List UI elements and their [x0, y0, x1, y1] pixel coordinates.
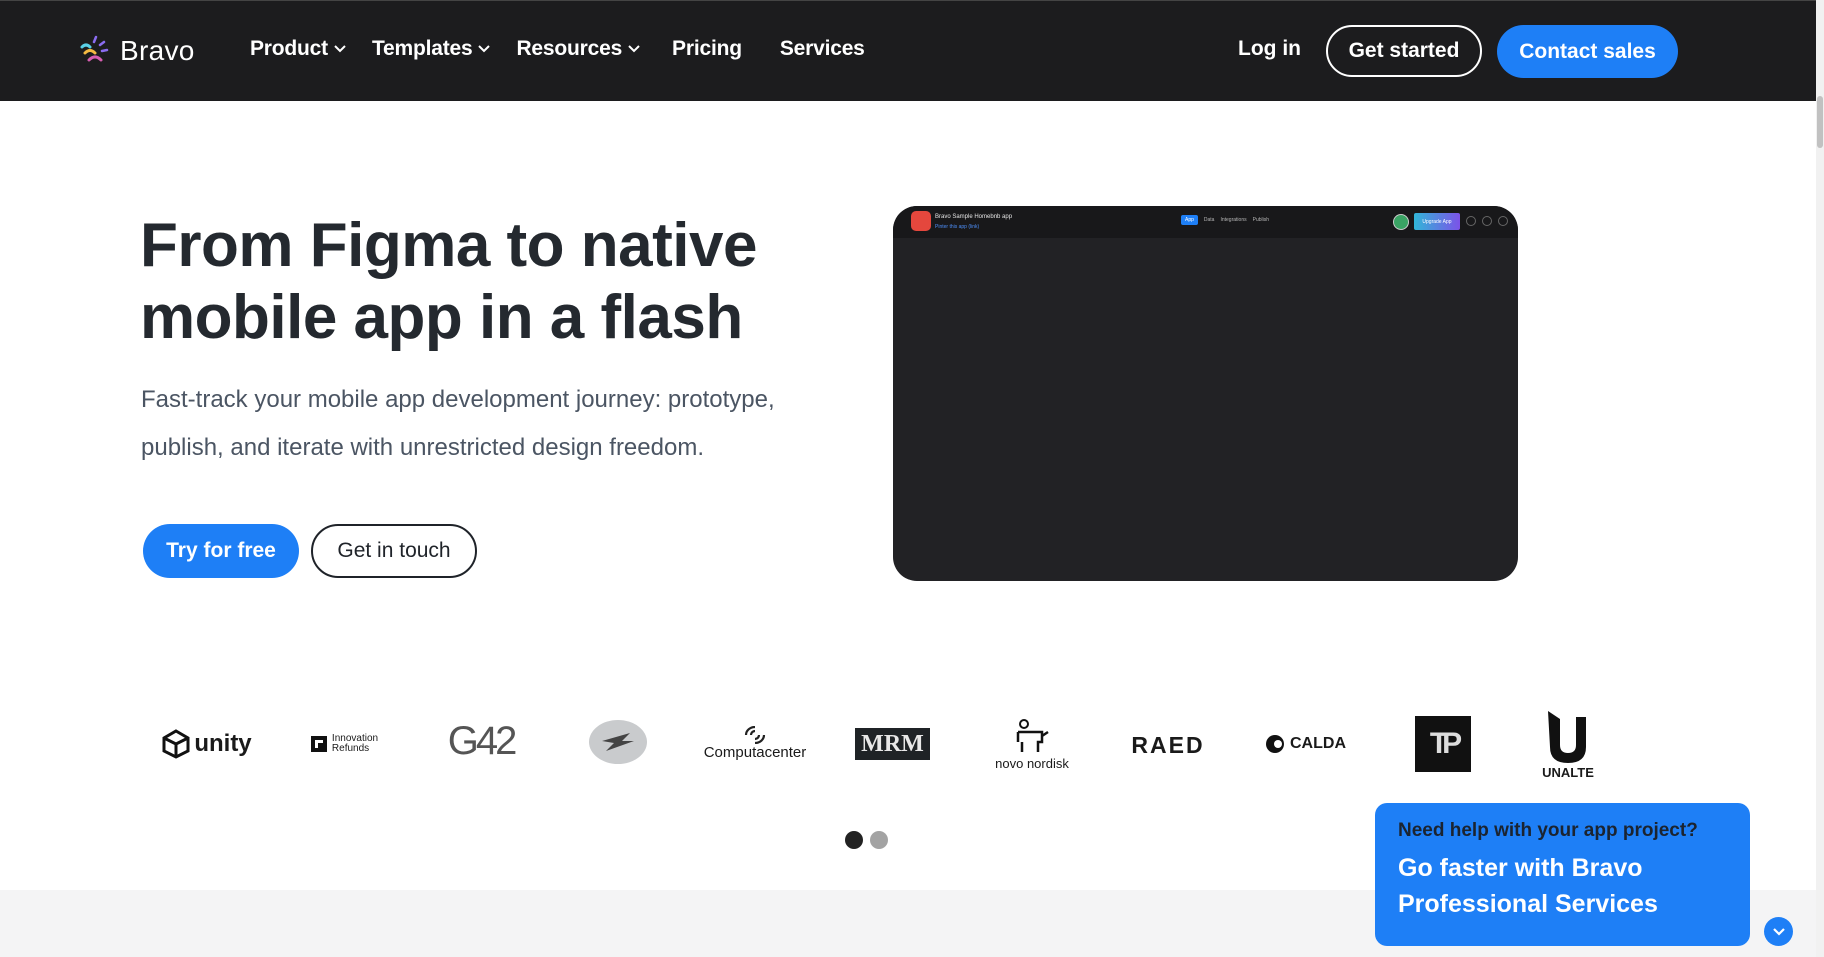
logo-raed: RAED [1131, 731, 1205, 758]
logo-unalte: UNALTE [1541, 708, 1595, 780]
logo-unity: unity [160, 725, 252, 763]
pager-dot-active[interactable] [845, 831, 863, 849]
preview-app-link: Pinter this app (link) [935, 224, 980, 230]
logo-computacenter: Computacenter [704, 720, 806, 766]
login-link[interactable]: Log in [1238, 37, 1301, 61]
refresh-icon [1466, 216, 1476, 226]
contact-sales-button[interactable]: Contact sales [1497, 25, 1678, 78]
computacenter-mark-icon [744, 725, 766, 744]
scrollbar-thumb[interactable] [1817, 96, 1823, 148]
preview-tab-app: App [1181, 215, 1198, 225]
unalte-u-icon [1548, 710, 1586, 763]
top-navigation: Bravo Product Templates Resources Pricin… [0, 0, 1816, 101]
hero-subtitle: Fast-track your mobile app development j… [141, 386, 775, 461]
logo-label-line2: Refunds [331, 743, 370, 754]
logo-tp: TP [1415, 716, 1471, 772]
nav-item-label: Resources [516, 37, 623, 60]
nav-item-label: Product [250, 37, 328, 60]
logo-label: CALDA [1290, 735, 1346, 752]
bell-icon [1482, 216, 1492, 226]
nav-item-templates[interactable]: Templates [372, 37, 491, 61]
preview-upgrade-button: Upgrade App [1414, 213, 1460, 230]
logo-label: UNALTE [1542, 764, 1594, 780]
preview-app-title: Bravo Sample Homebnb app [935, 214, 1013, 220]
preview-toolbar: Bravo Sample Homebnb app Pinter this app… [893, 206, 1518, 238]
logo-novo-nordisk: novo nordisk [992, 716, 1072, 772]
logo-label: novo nordisk [995, 755, 1069, 771]
preview-tabs: App Data Integrations Publish [1181, 215, 1269, 225]
main-menu: Product Templates Resources Pricing Serv… [250, 37, 891, 61]
get-started-button[interactable]: Get started [1326, 25, 1482, 77]
logo-innovation-refunds: Innovation Refunds [304, 731, 384, 757]
app-preview: Bravo Sample Homebnb app Pinter this app… [893, 206, 1518, 581]
logo-calda: CALDA [1262, 730, 1348, 758]
bravo-logo-icon [80, 35, 109, 62]
la-poste-bird-icon [589, 720, 647, 764]
nav-item-label: Pricing [672, 37, 742, 60]
calda-mark-icon [1266, 735, 1284, 753]
brand-name: Bravo [120, 35, 195, 66]
unity-cube-icon [162, 729, 190, 759]
help-cta-line1: Go faster with Bravo [1398, 854, 1643, 882]
nav-item-label: Templates [371, 37, 473, 60]
logo-label: Computacenter [703, 743, 807, 761]
help-question: Need help with your app project? [1398, 820, 1698, 841]
hero-title: From Figma to native mobile app in a fla… [140, 210, 840, 354]
avatar [1393, 214, 1409, 230]
get-in-touch-button[interactable]: Get in touch [311, 524, 477, 578]
logo-label: unity [194, 730, 252, 757]
preview-tab-integrations: Integrations [1220, 217, 1247, 223]
settings-icon [1498, 216, 1508, 226]
logo-g42: G42 [447, 718, 518, 763]
chevron-down-icon [478, 45, 491, 53]
help-toggle-button[interactable] [1764, 917, 1793, 946]
preview-tab-data: Data [1203, 217, 1215, 223]
help-cta-line2: Professional Services [1398, 890, 1658, 918]
innovation-refunds-mark-icon [310, 736, 327, 752]
chevron-down-icon [628, 45, 640, 53]
pager-dot[interactable] [870, 831, 888, 849]
brand-logo[interactable]: Bravo [76, 33, 195, 69]
help-widget[interactable]: Need help with your app project? Go fast… [1375, 803, 1750, 946]
logo-carousel-pager [845, 831, 888, 849]
preview-tab-publish: Publish [1252, 217, 1270, 223]
try-for-free-button[interactable]: Try for free [143, 524, 299, 578]
chevron-down-icon [1772, 927, 1785, 936]
nav-item-pricing[interactable]: Pricing [672, 37, 742, 61]
logo-mrm: MRM [855, 728, 930, 760]
app-icon [911, 211, 931, 231]
customer-logos: unity Innovation Refunds G42 Computacent… [0, 700, 1816, 790]
hero-title-line2: mobile app in a flash [140, 283, 743, 352]
logo-la-poste [588, 719, 648, 765]
novo-nordisk-bull-icon [1016, 718, 1049, 752]
chevron-down-icon [334, 45, 346, 53]
nav-item-label: Services [779, 37, 865, 60]
nav-item-services[interactable]: Services [780, 37, 865, 61]
nav-item-product[interactable]: Product [250, 37, 346, 61]
nav-item-resources[interactable]: Resources [516, 37, 640, 61]
hero-title-line1: From Figma to native [140, 211, 757, 280]
